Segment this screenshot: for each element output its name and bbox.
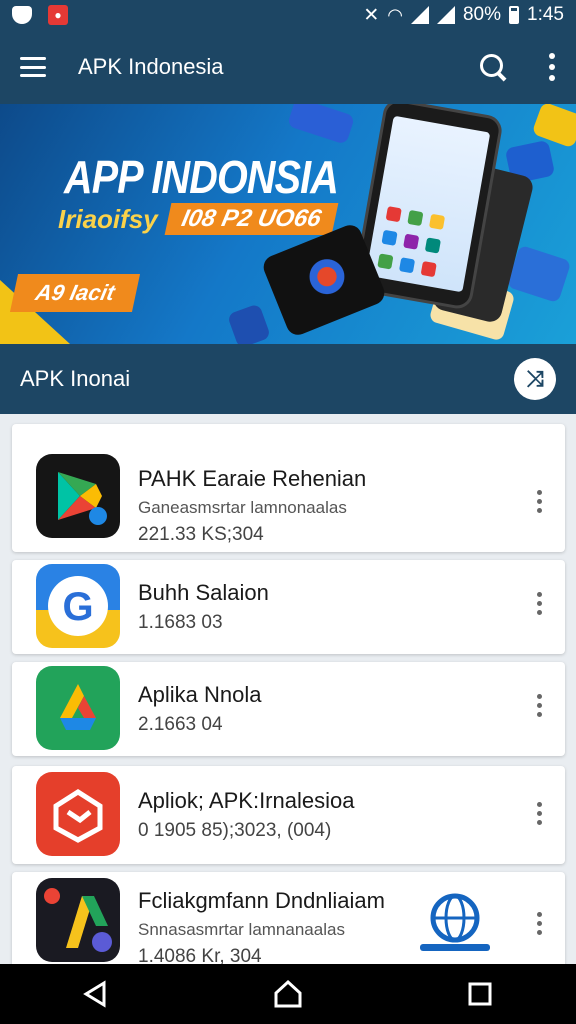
menu-icon[interactable] (20, 57, 46, 77)
search-icon[interactable] (478, 52, 508, 82)
clock: 1:45 (527, 4, 564, 25)
shuffle-icon[interactable]: ⤨ (514, 358, 556, 400)
dark-app-icon (36, 878, 120, 962)
banner-subtitle: Iriaoifsy I08 P2 UO66 (58, 202, 338, 236)
status-bar: ● ✕ ◠ 80% 1:45 (0, 0, 576, 30)
home-icon[interactable] (258, 964, 318, 1024)
app-meta: 0 1905 85);3023, (004) (138, 820, 332, 841)
wifi-icon: ◠ (387, 4, 403, 25)
banner-subtitle-right: I08 P2 UO66 (164, 203, 338, 235)
shield-icon (12, 6, 32, 24)
app-list: PAHK Earaie Rehenian Ganeasmsrtar lamnon… (0, 414, 576, 964)
recents-icon[interactable] (450, 964, 510, 1024)
app-meta: 221.33 KS;304 (138, 524, 264, 545)
list-item-text: Aplika Nnola 2.1663 04 (138, 682, 262, 736)
list-item-text: Apliok; APK:Irnalesioa 0 1905 85);3023, … (138, 788, 354, 842)
section-header: APK Inonai ⤨ (0, 344, 576, 414)
item-more-icon[interactable] (535, 802, 543, 825)
list-item[interactable]: Fcliakgmfann Dndnliaiam Snnasasmrtar lam… (12, 872, 565, 964)
svg-text:G: G (62, 585, 93, 629)
item-more-icon[interactable] (535, 912, 543, 935)
list-item-text: Fcliakgmfann Dndnliaiam Snnasasmrtar lam… (138, 888, 385, 964)
play-store-icon (36, 454, 120, 538)
banner-subtitle-left: Iriaoifsy (58, 203, 158, 234)
card-tile-decoration (286, 104, 356, 145)
app-meta: 2.1663 04 (138, 714, 223, 735)
navigation-bar (0, 964, 576, 1024)
app-title: Fcliakgmfann Dndnliaiam (138, 888, 385, 913)
banner-badge: A9 Iacit (9, 274, 141, 312)
app-notification-icon: ● (48, 5, 68, 25)
list-item-text: PAHK Earaie Rehenian Ganeasmsrtar lamnon… (138, 466, 366, 546)
app-title: Buhh Salaion (138, 580, 269, 605)
app-bar: APK Indonesia (0, 30, 576, 104)
promo-banner[interactable]: APP INDONSIA Iriaoifsy I08 P2 UO66 A9 Ia… (0, 104, 576, 344)
list-item[interactable]: G Buhh Salaion 1.1683 03 (12, 560, 565, 654)
app-meta: 1.4086 Kr, 304 (138, 946, 262, 964)
app-subtitle: Ganeasmsrtar lamnonaalas (138, 498, 347, 517)
red-box-icon (36, 772, 120, 856)
google-g-icon: G (36, 564, 120, 648)
item-more-icon[interactable] (535, 490, 543, 513)
app-meta: 1.1683 03 (138, 612, 223, 633)
drive-icon (36, 666, 120, 750)
list-item-text: Buhh Salaion 1.1683 03 (138, 580, 269, 634)
app-title: Apliok; APK:Irnalesioa (138, 788, 355, 813)
list-item[interactable]: Aplika Nnola 2.1663 04 (12, 662, 565, 756)
mute-icon: ✕ (363, 4, 380, 26)
item-more-icon[interactable] (535, 592, 543, 615)
globe-icon (420, 893, 490, 951)
banner-title: APP INDONSIA (64, 151, 339, 203)
signal-icon (410, 6, 429, 24)
signal-icon-2 (436, 6, 455, 24)
app-title: PAHK Earaie Rehenian (138, 466, 367, 491)
small-tile-decoration (226, 303, 272, 344)
item-more-icon[interactable] (535, 694, 543, 717)
list-item[interactable]: Apliok; APK:Irnalesioa 0 1905 85);3023, … (12, 766, 565, 864)
battery-text: 80% (462, 4, 502, 25)
more-vert-icon[interactable] (548, 53, 556, 81)
app-subtitle: Snnasasmrtar lamnanaalas (138, 920, 345, 939)
app-title: APK Indonesia (78, 54, 224, 79)
section-title: APK Inonai (20, 366, 131, 391)
list-item[interactable]: PAHK Earaie Rehenian Ganeasmsrtar lamnon… (12, 424, 565, 552)
battery-icon (509, 6, 520, 24)
back-icon[interactable] (66, 964, 126, 1024)
app-title: Aplika Nnola (138, 682, 262, 707)
